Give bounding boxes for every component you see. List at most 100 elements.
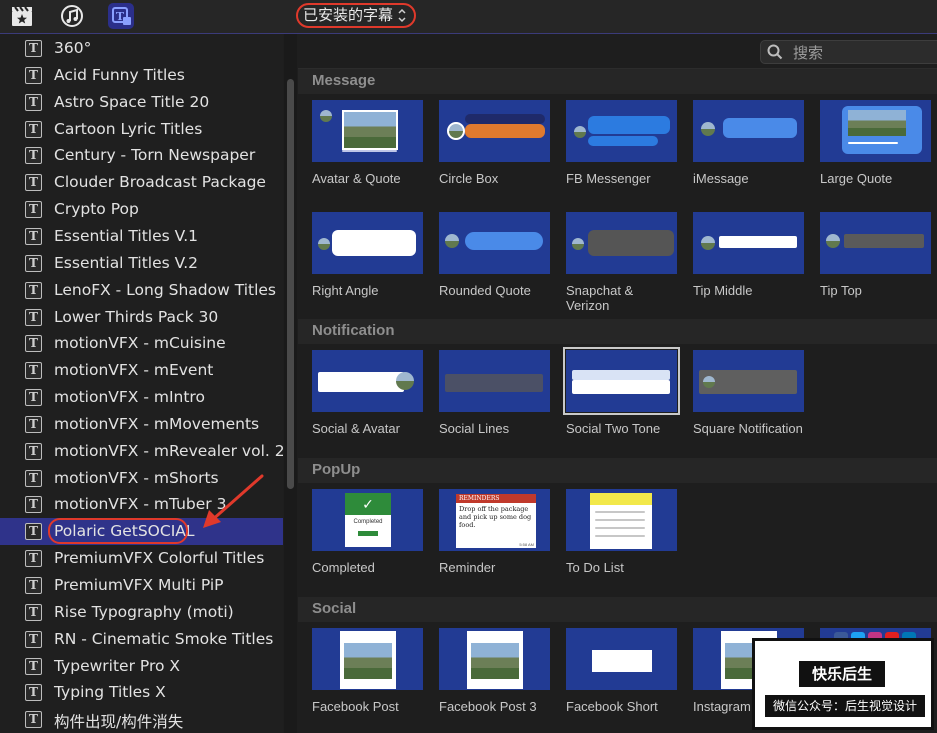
sidebar-item-label: Typing Titles X [54, 683, 166, 702]
title-tile[interactable]: Facebook Post [312, 628, 425, 714]
title-tile[interactable]: Avatar & Quote [312, 100, 425, 186]
title-tile[interactable]: REMINDERS Drop off the package and pick u… [439, 489, 552, 575]
sidebar-item[interactable]: TmotionVFX - mIntro [0, 384, 283, 411]
search-field[interactable]: 搜索 [760, 40, 937, 64]
title-tile-label: Circle Box [439, 171, 499, 186]
sidebar-item-label: PremiumVFX Multi PiP [54, 576, 224, 594]
title-thumbnail [693, 212, 804, 274]
title-category-icon: T [25, 308, 42, 326]
annotation-arrow-icon [195, 470, 270, 537]
title-tile-label: Facebook Short [566, 699, 658, 714]
title-tile[interactable]: Social Two Tone [563, 347, 680, 436]
sidebar-item[interactable]: TmotionVFX - mEvent [0, 357, 283, 384]
sidebar-scroll-thumb[interactable] [287, 79, 294, 489]
title-tile[interactable]: Right Angle [312, 212, 425, 298]
sidebar-item[interactable]: T Rise Typography (moti) [0, 599, 283, 626]
title-thumbnail [312, 100, 423, 162]
title-tile[interactable]: Facebook Short [566, 628, 679, 714]
sidebar-item[interactable]: T Astro Space Title 20 [0, 89, 283, 116]
title-tile[interactable]: Tip Top [820, 212, 933, 298]
title-tile[interactable]: Social Lines [439, 350, 552, 436]
sidebar-item-label: 360° [54, 39, 92, 57]
title-tile-label: Large Quote [820, 171, 893, 186]
sidebar-item[interactable]: T Cartoon Lyric Titles [0, 116, 283, 143]
sidebar-item-label: Astro Space Title 20 [54, 92, 210, 111]
sidebar-item[interactable]: TmotionVFX - mMovements [0, 411, 283, 438]
title-tile[interactable]: Tip Middle [693, 212, 806, 298]
title-tile-label: FB Messenger [566, 171, 651, 186]
title-tile[interactable]: ✓ Completed Completed [312, 489, 425, 575]
title-thumbnail [312, 212, 423, 274]
sidebar-scrollbar[interactable] [284, 34, 297, 733]
clapperboard-icon[interactable] [10, 4, 34, 28]
sidebar-item[interactable]: T Typewriter Pro X [0, 653, 283, 680]
sidebar-item[interactable]: T Crypto Pop [0, 196, 283, 223]
section-title: Message [312, 72, 376, 89]
sidebar-item[interactable]: T Century - Torn Newspaper [0, 142, 283, 169]
title-category-icon: T [25, 657, 42, 675]
sidebar-item[interactable]: T Lower Thirds Pack 30 [0, 304, 283, 331]
sidebar-item[interactable]: T LenoFX - Long Shadow Titles [0, 277, 283, 304]
sidebar-item[interactable]: T 360° [0, 35, 283, 62]
title-thumbnail [566, 489, 677, 551]
completed-text: Completed [353, 519, 383, 525]
title-thumbnail [820, 100, 931, 162]
watermark-badge: 快乐后生 微信公众号：后生视觉设计 [752, 638, 934, 730]
section-title: PopUp [312, 461, 361, 478]
library-popup[interactable]: 已安装的字幕 [296, 3, 416, 28]
title-category-icon: T [25, 603, 42, 621]
toolbar: T 已安装的字幕 [0, 0, 937, 34]
sidebar-item[interactable]: T Essential Titles V.1 [0, 223, 283, 250]
title-tile-label: To Do List [566, 560, 624, 575]
sidebar-item[interactable]: T Clouder Broadcast Package [0, 169, 283, 196]
title-tile-label: Snapchat & Verizon [566, 283, 634, 313]
sidebar-item-label: motionVFX - mCuisine [54, 334, 226, 353]
sidebar-item-label: motionVFX - mIntro [54, 388, 205, 407]
music-photos-icon[interactable] [60, 4, 84, 28]
title-tile[interactable]: Square Notification [693, 350, 806, 436]
sidebar-item[interactable]: T PremiumVFX Multi PiP [0, 572, 283, 599]
sidebar-item[interactable]: T Essential Titles V.2 [0, 250, 283, 277]
title-tile-label: Square Notification [693, 421, 803, 436]
sidebar-item[interactable]: T Acid Funny Titles [0, 62, 283, 89]
titles-generators-icon[interactable]: T [108, 3, 134, 29]
sidebar-item[interactable]: T PremiumVFX Colorful Titles [0, 545, 283, 572]
sidebar-item-label: Crypto Pop [54, 200, 139, 219]
sidebar-item[interactable]: T 构件出现/构件消失 [0, 706, 283, 733]
title-tile[interactable]: Circle Box [439, 100, 552, 186]
sidebar-item[interactable]: TmotionVFX - mCuisine [0, 330, 283, 357]
sidebar-item[interactable]: T RN - Cinematic Smoke Titles [0, 626, 283, 653]
section-header: Notification [298, 319, 937, 344]
search-icon [767, 44, 783, 65]
title-tile[interactable]: FB Messenger [566, 100, 679, 186]
title-thumbnail [693, 350, 804, 412]
sidebar-item-label: Typewriter Pro X [54, 656, 181, 675]
title-thumbnail [820, 212, 931, 274]
title-browser: 搜索 Message Avatar & Quote Circle Box FB Mes… [298, 34, 937, 733]
title-category-icon: T [25, 442, 42, 460]
title-category-icon: T [25, 711, 42, 729]
title-tile-label: Tip Middle [693, 283, 753, 298]
sidebar-item-label: motionVFX - mEvent [54, 361, 214, 380]
title-tile[interactable]: Social & Avatar [312, 350, 425, 436]
titles-sidebar: T 360° T Acid Funny Titles T Astro Space Titl… [0, 34, 283, 733]
title-category-icon: T [25, 254, 42, 272]
title-category-icon: T [25, 120, 42, 138]
title-thumbnail [439, 100, 550, 162]
title-tile[interactable]: Large Quote [820, 100, 933, 186]
title-category-icon: T [25, 93, 42, 111]
sidebar-item-label: motionVFX - mShorts [54, 468, 219, 487]
title-thumbnail [312, 350, 423, 412]
watermark-subtitle: 微信公众号：后生视觉设计 [765, 695, 925, 717]
title-tile[interactable]: To Do List [566, 489, 679, 575]
sidebar-item-label: Essential Titles V.2 [54, 253, 199, 272]
title-tile[interactable]: iMessage [693, 100, 806, 186]
title-tile[interactable]: Snapchat & Verizon [566, 212, 679, 313]
sidebar-item-label: Rise Typography (moti) [54, 602, 234, 621]
sidebar-item[interactable]: T Typing Titles X [0, 679, 283, 706]
sidebar-item[interactable]: TmotionVFX - mRevealer vol. 2 [0, 438, 283, 465]
title-tile[interactable]: Facebook Post 3 [439, 628, 552, 714]
selected-item-annotation [48, 518, 188, 544]
title-category-icon: T [25, 469, 42, 487]
title-tile[interactable]: Rounded Quote [439, 212, 552, 298]
